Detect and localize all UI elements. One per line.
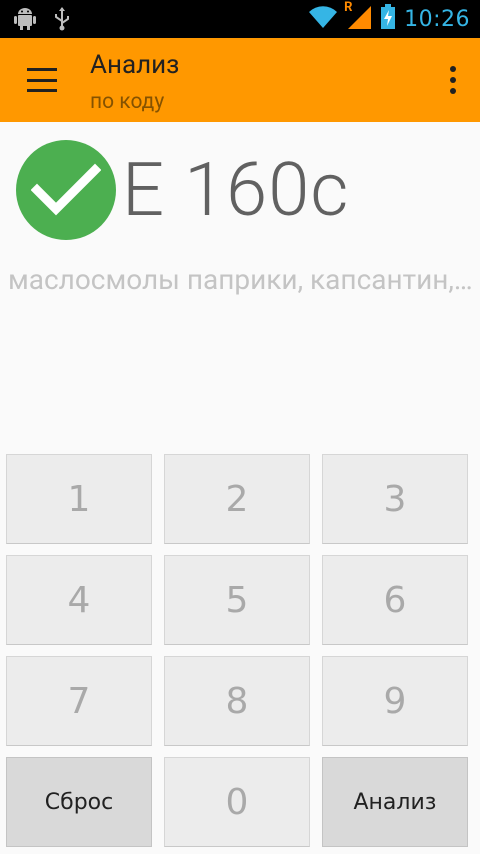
additive-description: маслосмолы паприки, капсантин, капсоруби… — [8, 263, 476, 296]
key-9[interactable]: 9 — [322, 656, 468, 746]
key-8[interactable]: 8 — [164, 656, 310, 746]
additive-code: E 160c — [122, 146, 350, 234]
roaming-letter: R — [344, 0, 353, 15]
check-icon — [16, 140, 116, 240]
key-4[interactable]: 4 — [6, 555, 152, 645]
key-2[interactable]: 2 — [164, 454, 310, 544]
key-6[interactable]: 6 — [322, 555, 468, 645]
keypad: 1 2 3 4 5 6 7 8 9 Сброс 0 Анализ — [6, 454, 474, 847]
cell-signal-icon: R — [344, 0, 372, 34]
key-5[interactable]: 5 — [164, 555, 310, 645]
page-subtitle: по коду — [90, 90, 165, 114]
wifi-icon — [308, 5, 338, 33]
clock: 10:26 — [404, 6, 470, 32]
result-row: E 160c — [16, 138, 349, 242]
status-bar: R 10:26 — [0, 0, 480, 38]
key-1[interactable]: 1 — [6, 454, 152, 544]
menu-icon[interactable] — [27, 68, 57, 92]
key-7[interactable]: 7 — [6, 656, 152, 746]
key-0[interactable]: 0 — [164, 757, 310, 847]
page-title: Анализ — [90, 50, 180, 80]
key-3[interactable]: 3 — [322, 454, 468, 544]
overflow-menu-icon[interactable] — [448, 66, 458, 94]
analyze-button[interactable]: Анализ — [322, 757, 468, 847]
app-bar: Анализ по коду — [0, 38, 480, 122]
android-debug-icon — [14, 7, 36, 35]
usb-icon — [54, 7, 70, 35]
reset-button[interactable]: Сброс — [6, 757, 152, 847]
battery-charging-icon — [380, 4, 396, 34]
